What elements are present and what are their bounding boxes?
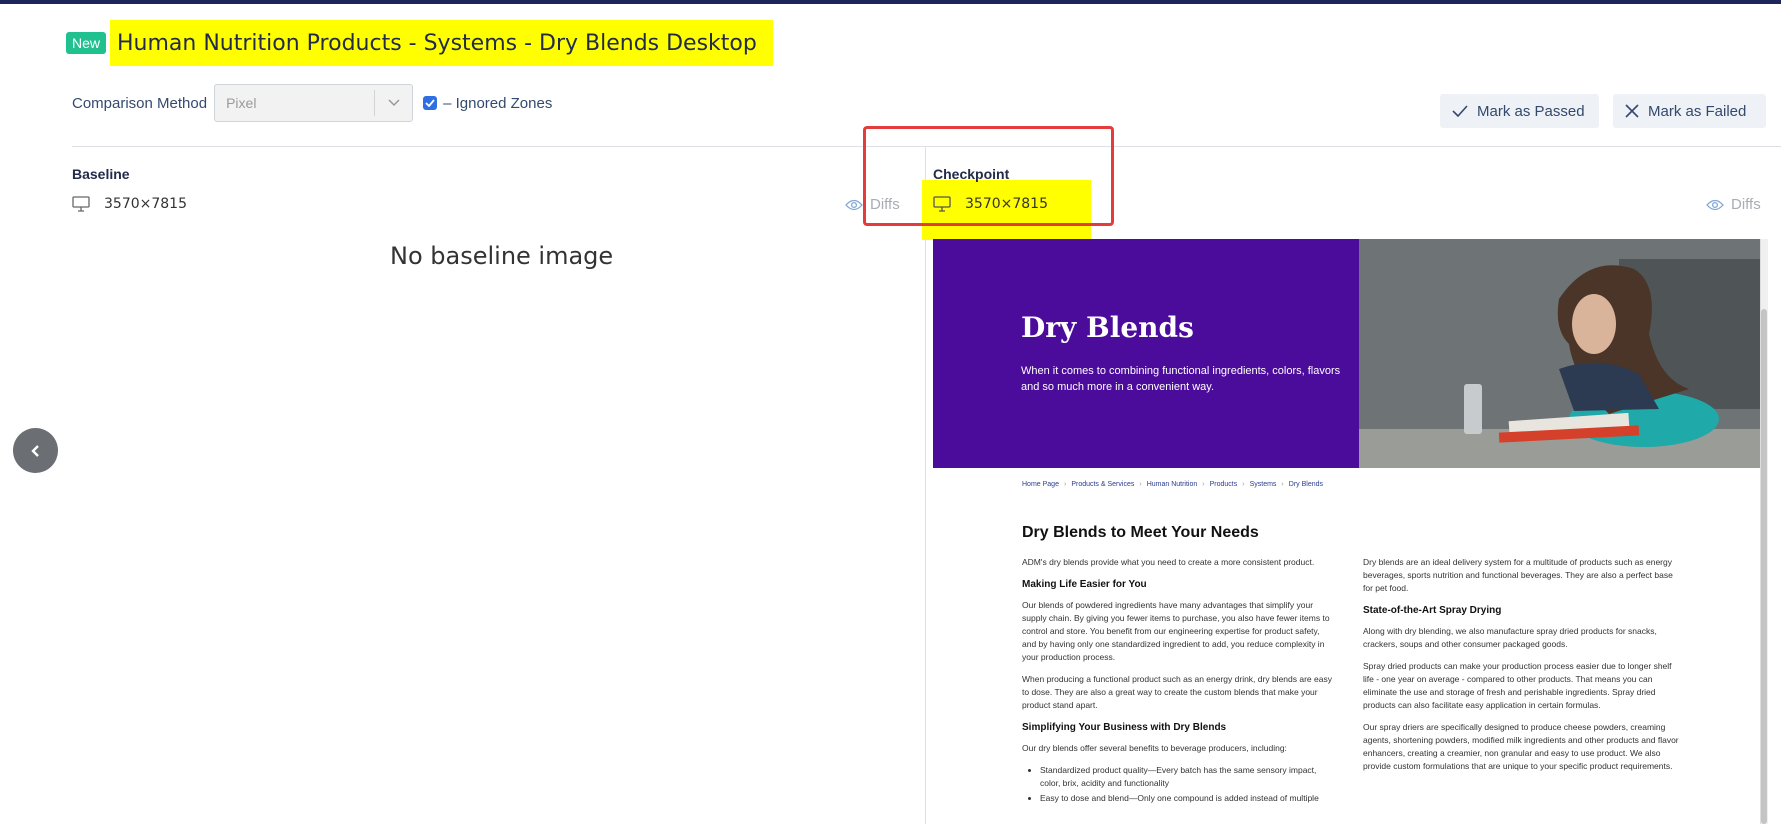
breadcrumb-item: Dry Blends xyxy=(1288,481,1323,488)
annotation-box xyxy=(863,126,1114,226)
breadcrumb: Home Page › Products & Services › Human Nu… xyxy=(1022,481,1323,488)
paragraph: Our dry blends offer several benefits to… xyxy=(1022,743,1287,753)
baseline-title: Baseline xyxy=(72,166,130,182)
list-item: Easy to dose and blend—Only one compound… xyxy=(1040,792,1334,805)
eye-icon xyxy=(1706,199,1724,211)
benefits-list: Standardized product quality—Every batch… xyxy=(1040,764,1334,805)
panel-divider xyxy=(925,147,926,824)
comparison-controls: Comparison Method Pixel – Ignored Zones xyxy=(72,84,552,122)
content-heading: Dry Blends to Meet Your Needs xyxy=(1022,524,1259,541)
breadcrumb-item[interactable]: Human Nutrition xyxy=(1147,481,1198,488)
chevron-down-icon[interactable] xyxy=(375,99,412,107)
ignored-zones-label[interactable]: – Ignored Zones xyxy=(443,95,552,112)
mark-as-failed-button[interactable]: Mark as Failed xyxy=(1613,94,1766,128)
checkpoint-image[interactable]: Dry Blends When it comes to combining fu… xyxy=(933,239,1768,824)
breadcrumb-item[interactable]: Home Page xyxy=(1022,481,1059,488)
close-icon xyxy=(1625,104,1639,118)
paragraph: Spray dried products can make your produ… xyxy=(1363,661,1672,710)
comparison-method-value: Pixel xyxy=(226,95,257,111)
breadcrumb-item[interactable]: Systems xyxy=(1250,481,1277,488)
subheading: State-of-the-Art Spray Drying xyxy=(1363,605,1502,616)
baseline-dimensions: 3570×7815 xyxy=(72,196,187,212)
check-icon xyxy=(1452,105,1468,117)
title-highlight: Human Nutrition Products - Systems - Dry… xyxy=(110,20,773,66)
hero-photo xyxy=(1359,239,1768,468)
paragraph: Along with dry blending, we also manufac… xyxy=(1363,626,1657,649)
scrollbar-thumb[interactable] xyxy=(1761,309,1767,824)
monitor-icon xyxy=(72,196,90,212)
paragraph: ADM's dry blends provide what you need t… xyxy=(1022,557,1315,567)
hero-subtitle: When it comes to combining functional in… xyxy=(1021,365,1341,393)
comparison-method-label: Comparison Method xyxy=(72,94,208,112)
hero-title: Dry Blends xyxy=(1021,311,1194,344)
checkpoint-diffs-toggle[interactable]: Diffs xyxy=(1706,196,1761,213)
title-row: New Human Nutrition Products - Systems -… xyxy=(66,20,773,66)
page-title: Human Nutrition Products - Systems - Dry… xyxy=(117,30,757,56)
paragraph: Our spray driers are specifically design… xyxy=(1363,722,1679,771)
breadcrumb-item[interactable]: Products & Services xyxy=(1071,481,1134,488)
checkpoint-diffs-label: Diffs xyxy=(1731,196,1761,213)
comparison-method-select[interactable]: Pixel xyxy=(214,84,414,122)
subheading: Simplifying Your Business with Dry Blend… xyxy=(1022,722,1227,733)
image-scrollbar[interactable] xyxy=(1760,239,1768,824)
mark-as-passed-label: Mark as Passed xyxy=(1477,102,1585,120)
breadcrumb-item[interactable]: Products xyxy=(1210,481,1238,488)
paragraph: When producing a functional product such… xyxy=(1022,674,1332,710)
content-right-column: Dry blends are an ideal delivery system … xyxy=(1363,556,1683,782)
paragraph: Our blends of powdered ingredients have … xyxy=(1022,600,1330,662)
top-accent-bar xyxy=(0,0,1781,4)
subheading: Making Life Easier for You xyxy=(1022,579,1147,590)
ignored-zones-checkbox[interactable] xyxy=(423,96,438,110)
content-left-column: ADM's dry blends provide what you need t… xyxy=(1022,556,1334,807)
hero-banner: Dry Blends When it comes to combining fu… xyxy=(933,239,1359,468)
no-baseline-message: No baseline image xyxy=(390,242,614,270)
mark-as-passed-button[interactable]: Mark as Passed xyxy=(1440,94,1599,128)
baseline-dimensions-text: 3570×7815 xyxy=(104,196,187,212)
eye-icon xyxy=(845,199,863,211)
new-badge: New xyxy=(66,32,107,54)
list-item: Standardized product quality—Every batch… xyxy=(1040,764,1334,790)
paragraph: Dry blends are an ideal delivery system … xyxy=(1363,557,1673,593)
previous-button[interactable] xyxy=(13,428,58,473)
chevron-left-icon xyxy=(30,444,39,457)
mark-as-failed-label: Mark as Failed xyxy=(1648,102,1747,120)
